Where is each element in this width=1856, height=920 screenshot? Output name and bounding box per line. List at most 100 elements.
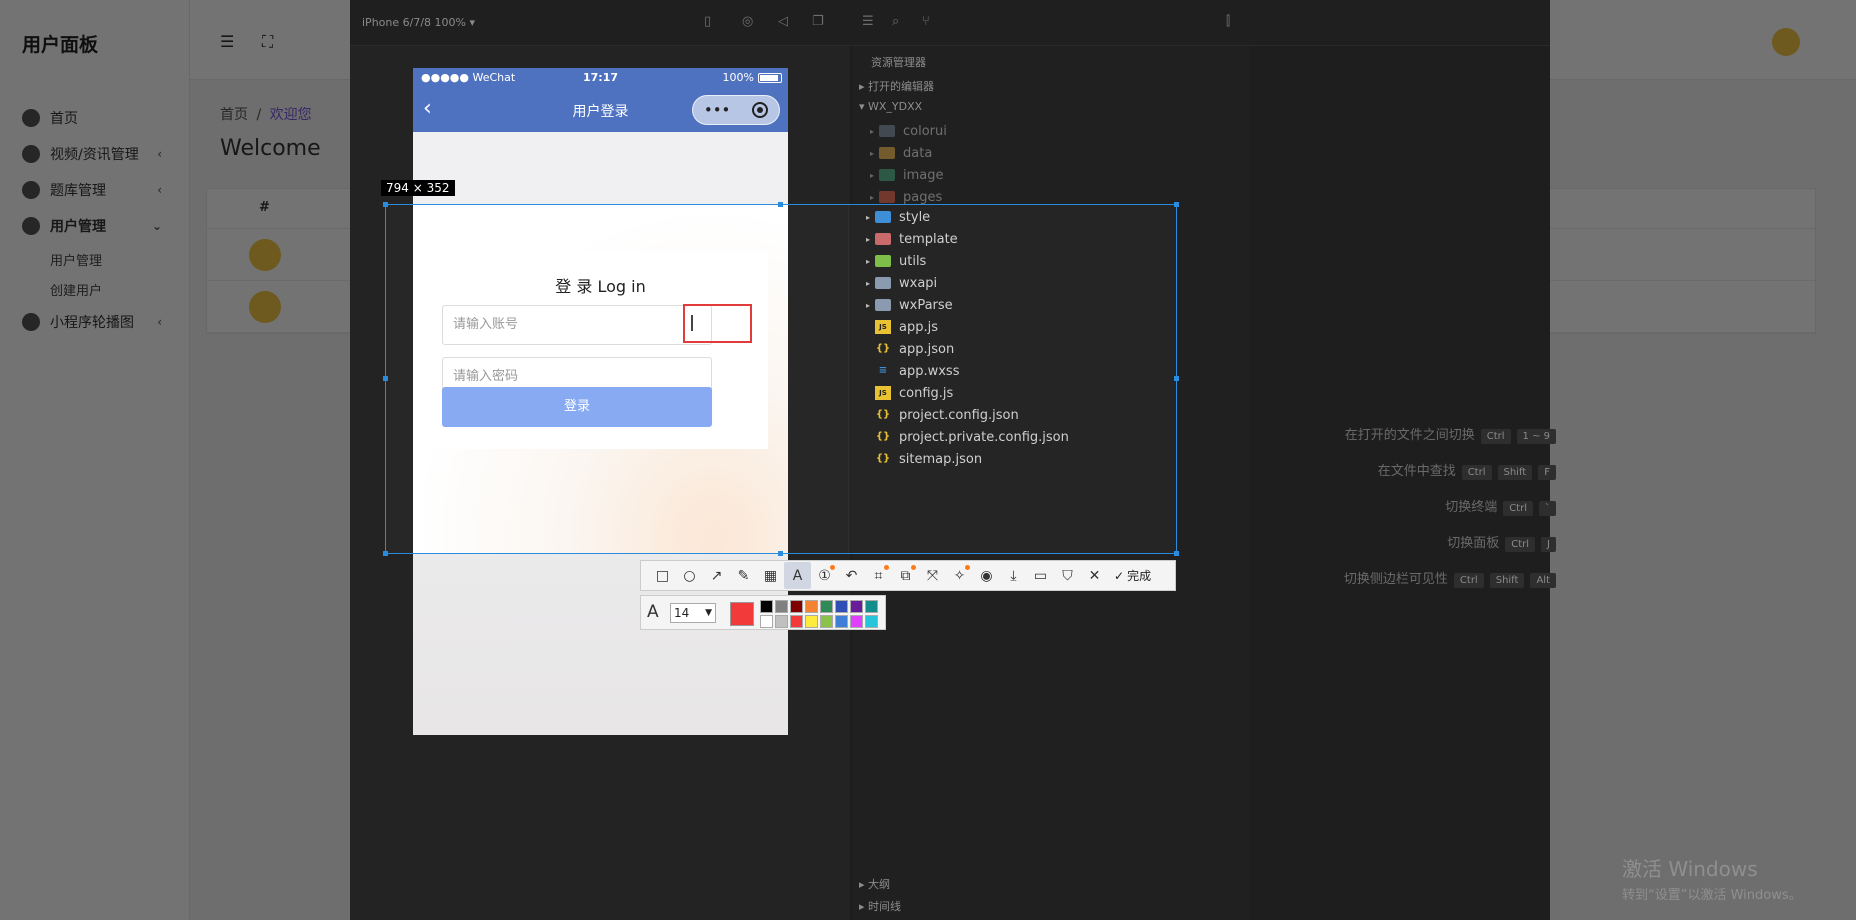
col-hash: # <box>259 200 270 215</box>
tree-folder[interactable]: ▸ image <box>865 164 944 186</box>
color-swatch[interactable] <box>820 615 833 628</box>
color-swatch[interactable] <box>760 600 773 613</box>
tree-file[interactable]: {} project.private.config.json <box>861 426 1069 448</box>
split-icon[interactable]: ⫿ <box>1226 14 1230 29</box>
close-icon[interactable]: ✕ <box>1081 562 1108 589</box>
submenu-create-user[interactable]: 创建用户 <box>0 274 190 304</box>
color-swatch[interactable] <box>805 615 818 628</box>
tree-folder[interactable]: ▸ wxapi <box>861 272 937 294</box>
font-size-select[interactable]: 14 ▼ <box>670 603 716 623</box>
shortcut-key: ` <box>1539 501 1556 516</box>
resize-handle[interactable] <box>778 202 783 207</box>
shortcut-hint: 切换终端 Ctrl ` <box>1445 496 1556 516</box>
color-swatch[interactable] <box>760 615 773 628</box>
branch-icon[interactable]: ⑂ <box>922 14 930 29</box>
timeline-section[interactable]: ▸ 时间线 <box>859 898 901 914</box>
phone-icon[interactable]: ▯ <box>704 14 711 29</box>
color-swatch[interactable] <box>850 600 863 613</box>
tree-file[interactable]: {} app.json <box>861 338 954 360</box>
tree-folder[interactable]: ▸ template <box>861 228 958 250</box>
number-tool-icon[interactable]: ① <box>811 562 838 589</box>
menu-item-video[interactable]: 视频/资讯管理 ‹ <box>0 136 190 172</box>
resize-handle[interactable] <box>383 376 388 381</box>
text-tool-icon[interactable]: A <box>784 562 811 589</box>
new-dot <box>965 565 970 570</box>
annotation-text-box[interactable] <box>683 304 752 343</box>
resize-handle[interactable] <box>1174 376 1179 381</box>
mosaic-tool-icon[interactable]: ▦ <box>757 562 784 589</box>
chevron-right-icon: ▸ <box>869 192 874 202</box>
menu-toggle-icon[interactable]: ☰ <box>220 32 234 51</box>
resize-handle[interactable] <box>1174 551 1179 556</box>
chevron-left-icon: ‹ <box>157 183 162 197</box>
outline-section[interactable]: ▸ 大纲 <box>859 876 890 892</box>
pen-tool-icon[interactable]: ✎ <box>730 562 757 589</box>
color-swatch[interactable] <box>775 615 788 628</box>
avatar[interactable] <box>1772 28 1800 56</box>
tree-file[interactable]: {} sitemap.json <box>861 448 982 470</box>
device-selector[interactable]: iPhone 6/7/8 100% ▾ <box>362 16 475 29</box>
color-swatch[interactable] <box>865 615 878 628</box>
color-swatch[interactable] <box>790 615 803 628</box>
capture-selection[interactable]: 登 录 Log in 请输入账号 请输入密码 登录 ▸ style ▸ templat… <box>385 204 1177 554</box>
fullscreen-icon[interactable]: ⛶ <box>262 32 273 52</box>
submenu-user-management[interactable]: 用户管理 <box>0 244 190 274</box>
login-button[interactable]: 登录 <box>442 387 712 427</box>
bookmark-icon[interactable]: ⛉ <box>1054 562 1081 589</box>
chevron-right-icon: ▸ <box>865 278 870 288</box>
translate-tool-icon[interactable]: ⤧ <box>919 562 946 589</box>
color-swatch[interactable] <box>865 600 878 613</box>
tree-folder[interactable]: ▸ style <box>861 206 930 228</box>
check-icon: ✓ <box>1114 568 1125 583</box>
record-icon[interactable]: ◎ <box>742 14 753 29</box>
tree-label: project.private.config.json <box>899 429 1069 445</box>
open-editors-section[interactable]: ▸ 打开的编辑器 <box>859 78 934 94</box>
color-swatch[interactable] <box>820 600 833 613</box>
color-swatch[interactable] <box>850 615 863 628</box>
undo-icon[interactable]: ↶ <box>838 562 865 589</box>
pin-tool-icon[interactable]: ⌗ <box>865 562 892 589</box>
list-icon[interactable]: ☰ <box>862 14 874 29</box>
sticker-tool-icon[interactable]: ✧ <box>946 562 973 589</box>
ellipse-tool-icon[interactable]: ○ <box>676 562 703 589</box>
tree-folder[interactable]: ▸ data <box>865 142 932 164</box>
color-swatch[interactable] <box>835 600 848 613</box>
tree-file[interactable]: ≡ app.wxss <box>861 360 960 382</box>
tree-label: project.config.json <box>899 407 1019 423</box>
color-swatch[interactable] <box>790 600 803 613</box>
phone-send-icon[interactable]: ▭ <box>1027 562 1054 589</box>
menu-item-carousel[interactable]: 小程序轮播图 ‹ <box>0 304 190 340</box>
breadcrumb-home[interactable]: 首页 <box>220 107 248 123</box>
resize-handle[interactable] <box>1174 202 1179 207</box>
tree-folder[interactable]: ▸ utils <box>861 250 926 272</box>
record-tool-icon[interactable]: ◉ <box>973 562 1000 589</box>
resize-handle[interactable] <box>383 202 388 207</box>
tree-file[interactable]: JS app.js <box>861 316 938 338</box>
color-swatch[interactable] <box>805 600 818 613</box>
menu-item-users[interactable]: 用户管理 ⌄ <box>0 208 190 244</box>
resize-handle[interactable] <box>778 551 783 556</box>
resize-handle[interactable] <box>383 551 388 556</box>
menu-item-home[interactable]: 首页 <box>0 100 190 136</box>
account-input[interactable]: 请输入账号 <box>442 305 712 345</box>
rectangle-tool-icon[interactable]: □ <box>649 562 676 589</box>
color-swatch[interactable] <box>835 615 848 628</box>
tree-file[interactable]: JS config.js <box>861 382 953 404</box>
search-icon[interactable]: ⌕ <box>892 14 899 29</box>
current-color-swatch[interactable] <box>730 602 754 626</box>
tree-file[interactable]: {} project.config.json <box>861 404 1019 426</box>
download-icon[interactable]: ⤓ <box>1000 562 1027 589</box>
question-icon <box>22 181 40 199</box>
more-icon[interactable]: ••• <box>704 101 731 119</box>
color-swatch[interactable] <box>775 600 788 613</box>
project-section[interactable]: ▾ WX_YDXX <box>859 100 922 113</box>
window-icon[interactable]: ❐ <box>812 14 824 29</box>
tree-folder[interactable]: ▸ colorui <box>865 120 947 142</box>
close-miniprogram-icon[interactable] <box>752 102 769 118</box>
sound-icon[interactable]: ◁ <box>778 14 788 29</box>
done-button[interactable]: ✓ 完成 <box>1114 567 1151 584</box>
tree-folder[interactable]: ▸ wxParse <box>861 294 953 316</box>
arrow-tool-icon[interactable]: ↗ <box>703 562 730 589</box>
menu-item-questions[interactable]: 题库管理 ‹ <box>0 172 190 208</box>
ocr-tool-icon[interactable]: ⧉ <box>892 562 919 589</box>
